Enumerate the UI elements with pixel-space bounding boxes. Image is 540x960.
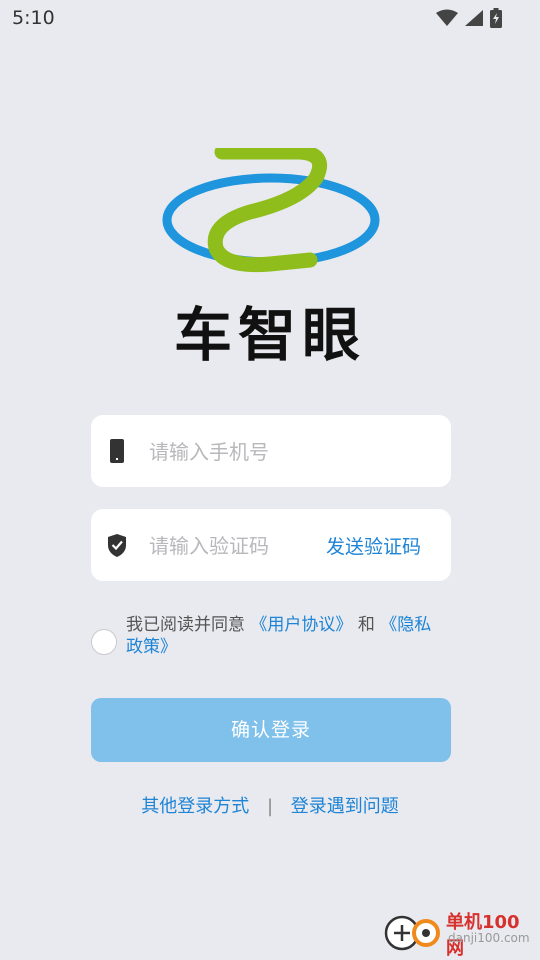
login-problem-link[interactable]: 登录遇到问题 xyxy=(291,796,399,817)
code-input[interactable] xyxy=(147,527,311,565)
watermark-logo-icon xyxy=(384,915,440,951)
signal-icon xyxy=(465,10,483,26)
agreement-and: 和 xyxy=(357,615,375,635)
brand-name: 车智眼 xyxy=(173,301,366,369)
other-login-link[interactable]: 其他登录方式 xyxy=(141,796,249,817)
user-agreement-link[interactable]: 《用户协议》 xyxy=(250,615,352,635)
wifi-icon xyxy=(436,9,458,26)
car-eye-logo xyxy=(160,144,382,276)
phone-input[interactable] xyxy=(147,433,441,471)
send-code-button[interactable]: 发送验证码 xyxy=(326,532,421,559)
agreement-prefix: 我已阅读并同意 xyxy=(126,615,245,635)
bottom-links: 其他登录方式 | 登录遇到问题 xyxy=(0,792,540,818)
code-field-container: 发送验证码 xyxy=(91,509,451,581)
watermark: 单机100网 danji100.com xyxy=(382,908,532,959)
phone-field-container xyxy=(91,415,451,487)
status-time: 5:10 xyxy=(12,7,55,29)
watermark-site-url: danji100.com xyxy=(448,931,530,945)
phone-icon xyxy=(110,439,124,463)
link-separator: | xyxy=(266,796,274,817)
battery-charging-icon xyxy=(490,8,502,28)
status-bar: 5:10 xyxy=(0,0,540,36)
agreement-text: 我已阅读并同意 《用户协议》 和 《隐私政策》 xyxy=(126,614,446,658)
status-icons xyxy=(436,8,502,28)
agreement-checkbox[interactable] xyxy=(91,629,117,655)
shield-icon xyxy=(108,534,126,557)
confirm-login-button[interactable]: 确认登录 xyxy=(91,698,451,762)
